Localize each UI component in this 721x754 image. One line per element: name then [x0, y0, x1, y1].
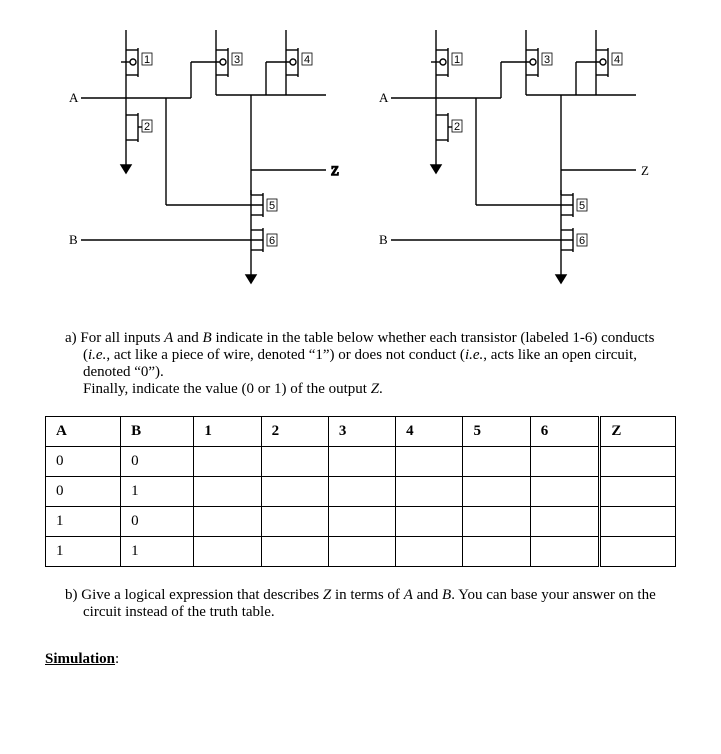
table-row: 00	[46, 447, 676, 477]
qb-Z: Z	[323, 587, 331, 603]
question-b: b) Give a logical expression that descri…	[45, 587, 676, 621]
circuit-diagrams: Z A B 1 2 3 4 5 6	[45, 20, 676, 300]
transistor-6-label: 6	[269, 235, 275, 247]
output-z-label: Z	[331, 163, 339, 178]
truth-table: A B 1 2 3 4 5 6 Z 00 01 10 11	[45, 416, 676, 567]
qa-Z: Z	[371, 381, 379, 397]
svg-text:5: 5	[579, 200, 585, 212]
transistor-3-label: 3	[234, 54, 240, 66]
th-2: 2	[261, 417, 328, 447]
input-b-label-r: B	[379, 232, 388, 247]
output-z-label-r: Z	[641, 163, 649, 178]
table-row: 11	[46, 537, 676, 567]
th-1: 1	[194, 417, 261, 447]
table-header-row: A B 1 2 3 4 5 6 Z	[46, 417, 676, 447]
circuit-right: A B Z 1 2 3 4 5 6	[376, 20, 656, 300]
simulation-heading: Simulation:	[45, 651, 676, 668]
svg-text:1: 1	[454, 54, 460, 66]
th-4: 4	[396, 417, 463, 447]
table-row: 10	[46, 507, 676, 537]
input-a-label: A	[69, 90, 79, 105]
transistor-5-label: 5	[269, 200, 275, 212]
question-a: a) For all inputs A and B indicate in th…	[45, 330, 676, 398]
svg-text:2: 2	[454, 121, 460, 133]
th-B: B	[121, 417, 194, 447]
question-a-letter: a)	[65, 330, 77, 346]
svg-text:4: 4	[614, 54, 620, 66]
transistor-1-label: 1	[144, 54, 150, 66]
qa-text-1: For all inputs	[80, 330, 164, 346]
table-row: 01	[46, 477, 676, 507]
input-b-label: B	[69, 232, 78, 247]
question-b-letter: b)	[65, 587, 78, 603]
th-6: 6	[530, 417, 600, 447]
svg-text:3: 3	[544, 54, 550, 66]
qb-B: B	[442, 587, 451, 603]
circuit-left: Z A B 1 2 3 4 5 6	[66, 20, 346, 300]
th-Z: Z	[600, 417, 676, 447]
th-5: 5	[463, 417, 530, 447]
svg-text:6: 6	[579, 235, 585, 247]
qa-B: B	[203, 330, 212, 346]
th-3: 3	[328, 417, 395, 447]
transistor-4-label: 4	[304, 54, 310, 66]
qb-A: A	[404, 587, 413, 603]
input-a-label-r: A	[379, 90, 389, 105]
th-A: A	[46, 417, 121, 447]
transistor-2-label: 2	[144, 121, 150, 133]
qa-A: A	[164, 330, 173, 346]
